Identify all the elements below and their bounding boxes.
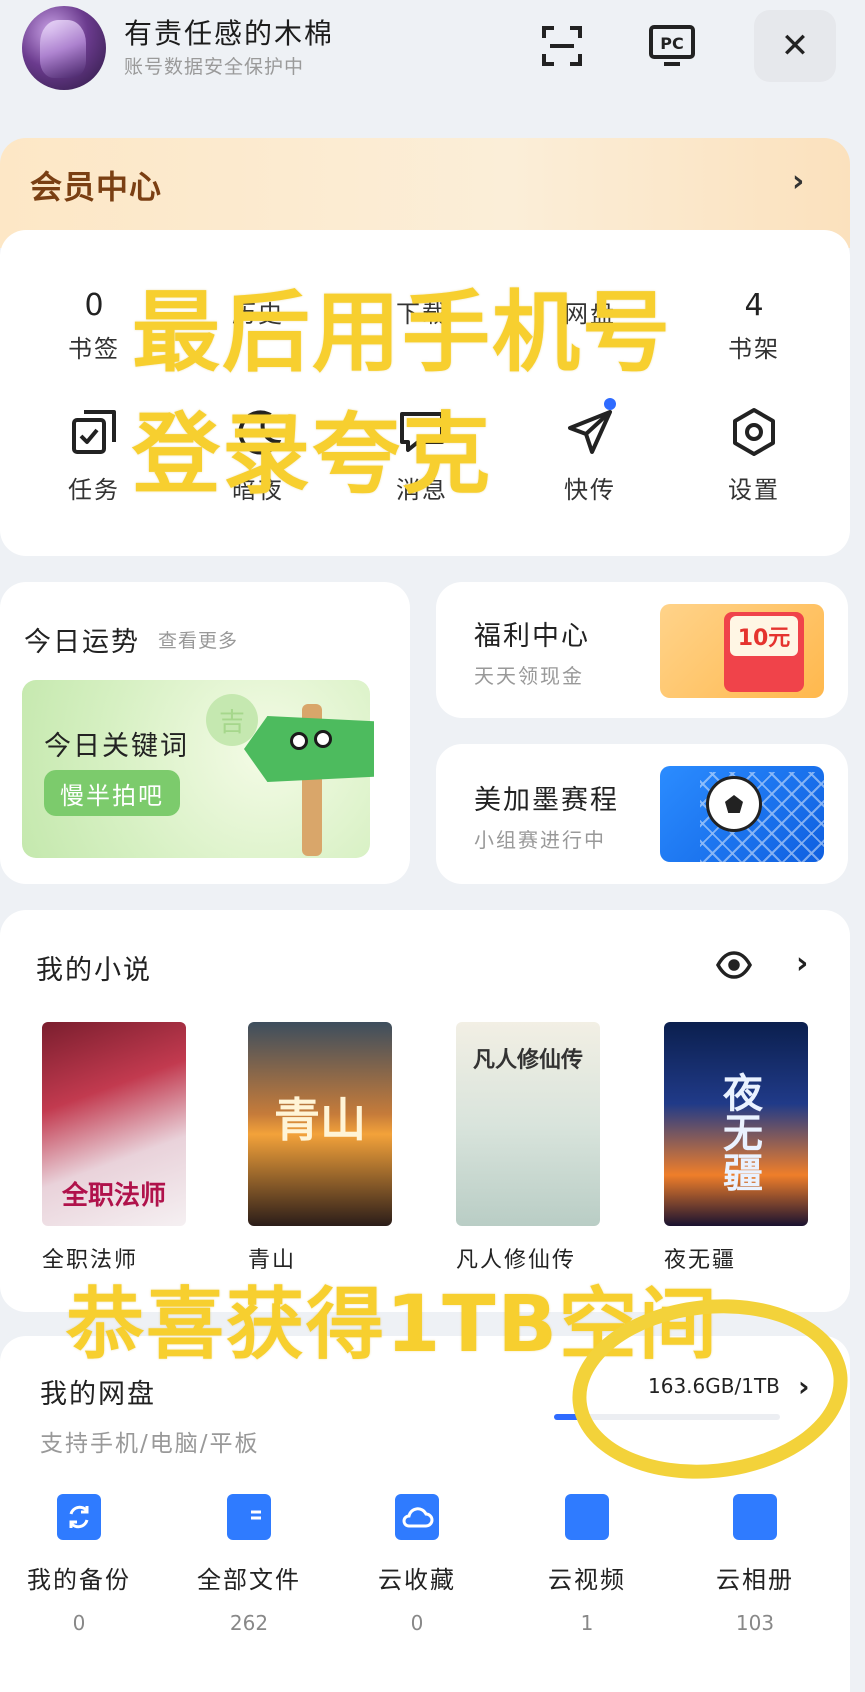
cloud-folder-icon [395, 1494, 439, 1540]
signpost-sign-illustration [244, 716, 374, 782]
match-schedule-title: 美加墨赛程 [474, 785, 619, 816]
pc-icon: PC [649, 25, 695, 66]
user-avatar[interactable] [22, 6, 106, 90]
tool-settings[interactable]: 设置 [694, 402, 814, 505]
task-icon [64, 402, 124, 462]
signpost-eye [290, 732, 308, 750]
book-cover[interactable]: 凡人修仙传 [456, 1022, 600, 1226]
cloud-drive-subtitle: 支持手机/电脑/平板 [40, 1431, 260, 1457]
welfare-center-title: 福利中心 [474, 621, 590, 652]
folder-icon [227, 1494, 271, 1540]
book-cover[interactable]: 青山 [248, 1022, 392, 1226]
eye-icon[interactable] [715, 950, 753, 984]
fortune-title: 今日运势 [24, 627, 140, 658]
lucky-badge: 吉 [206, 694, 258, 746]
soccer-ball-icon [706, 776, 762, 832]
vip-center-title: 会员中心 [30, 168, 163, 206]
signpost-eye [314, 730, 332, 748]
user-name[interactable]: 有责任感的木棉 [124, 12, 334, 52]
promo-overlay-text: 登录夸克 [132, 403, 493, 506]
welfare-center-subtitle: 天天领现金 [474, 664, 584, 688]
book-cover[interactable]: 全职法师 [42, 1022, 186, 1226]
book-cover[interactable]: 夜无疆 [664, 1022, 808, 1226]
drive-backup[interactable]: 我的备份 0 [4, 1494, 154, 1635]
close-button[interactable]: ✕ [754, 10, 836, 82]
promo-overlay-text: 最后用手机号 [132, 281, 673, 384]
cloud-drive-title[interactable]: 我的网盘 [40, 1372, 156, 1411]
unread-dot [604, 398, 616, 410]
drive-cloud-video[interactable]: 云视频 1 [512, 1494, 662, 1635]
fortune-more-link[interactable]: 查看更多 [158, 626, 238, 653]
match-schedule-subtitle: 小组赛进行中 [474, 828, 606, 852]
quick-transfer-icon [560, 398, 620, 462]
keyword-pill: 慢半拍吧 [44, 770, 180, 816]
account-security-status: 账号数据安全保护中 [124, 56, 305, 78]
red-packet-amount: 10元 [730, 616, 798, 656]
drive-all-files[interactable]: 全部文件 262 [174, 1494, 324, 1635]
pc-transfer-button[interactable]: PC [636, 10, 708, 82]
svg-text:PC: PC [660, 34, 683, 53]
scan-icon [542, 26, 582, 66]
close-icon: ✕ [780, 26, 810, 66]
chevron-right-icon[interactable]: › [796, 946, 808, 981]
backup-icon [57, 1494, 101, 1540]
drive-cloud-album[interactable]: 云相册 103 [680, 1494, 830, 1635]
scan-button[interactable] [526, 10, 598, 82]
chevron-right-icon: › [792, 164, 805, 199]
tool-quick-transfer[interactable]: 快传 [530, 398, 650, 505]
album-icon [733, 1494, 777, 1540]
video-icon [565, 1494, 609, 1540]
my-novels-title: 我的小说 [36, 955, 152, 986]
settings-icon [724, 402, 784, 462]
stat-bookshelf[interactable]: 4 书架 [694, 288, 814, 364]
keyword-title: 今日关键词 [44, 731, 189, 762]
drive-cloud-favorites[interactable]: 云收藏 0 [342, 1494, 492, 1635]
